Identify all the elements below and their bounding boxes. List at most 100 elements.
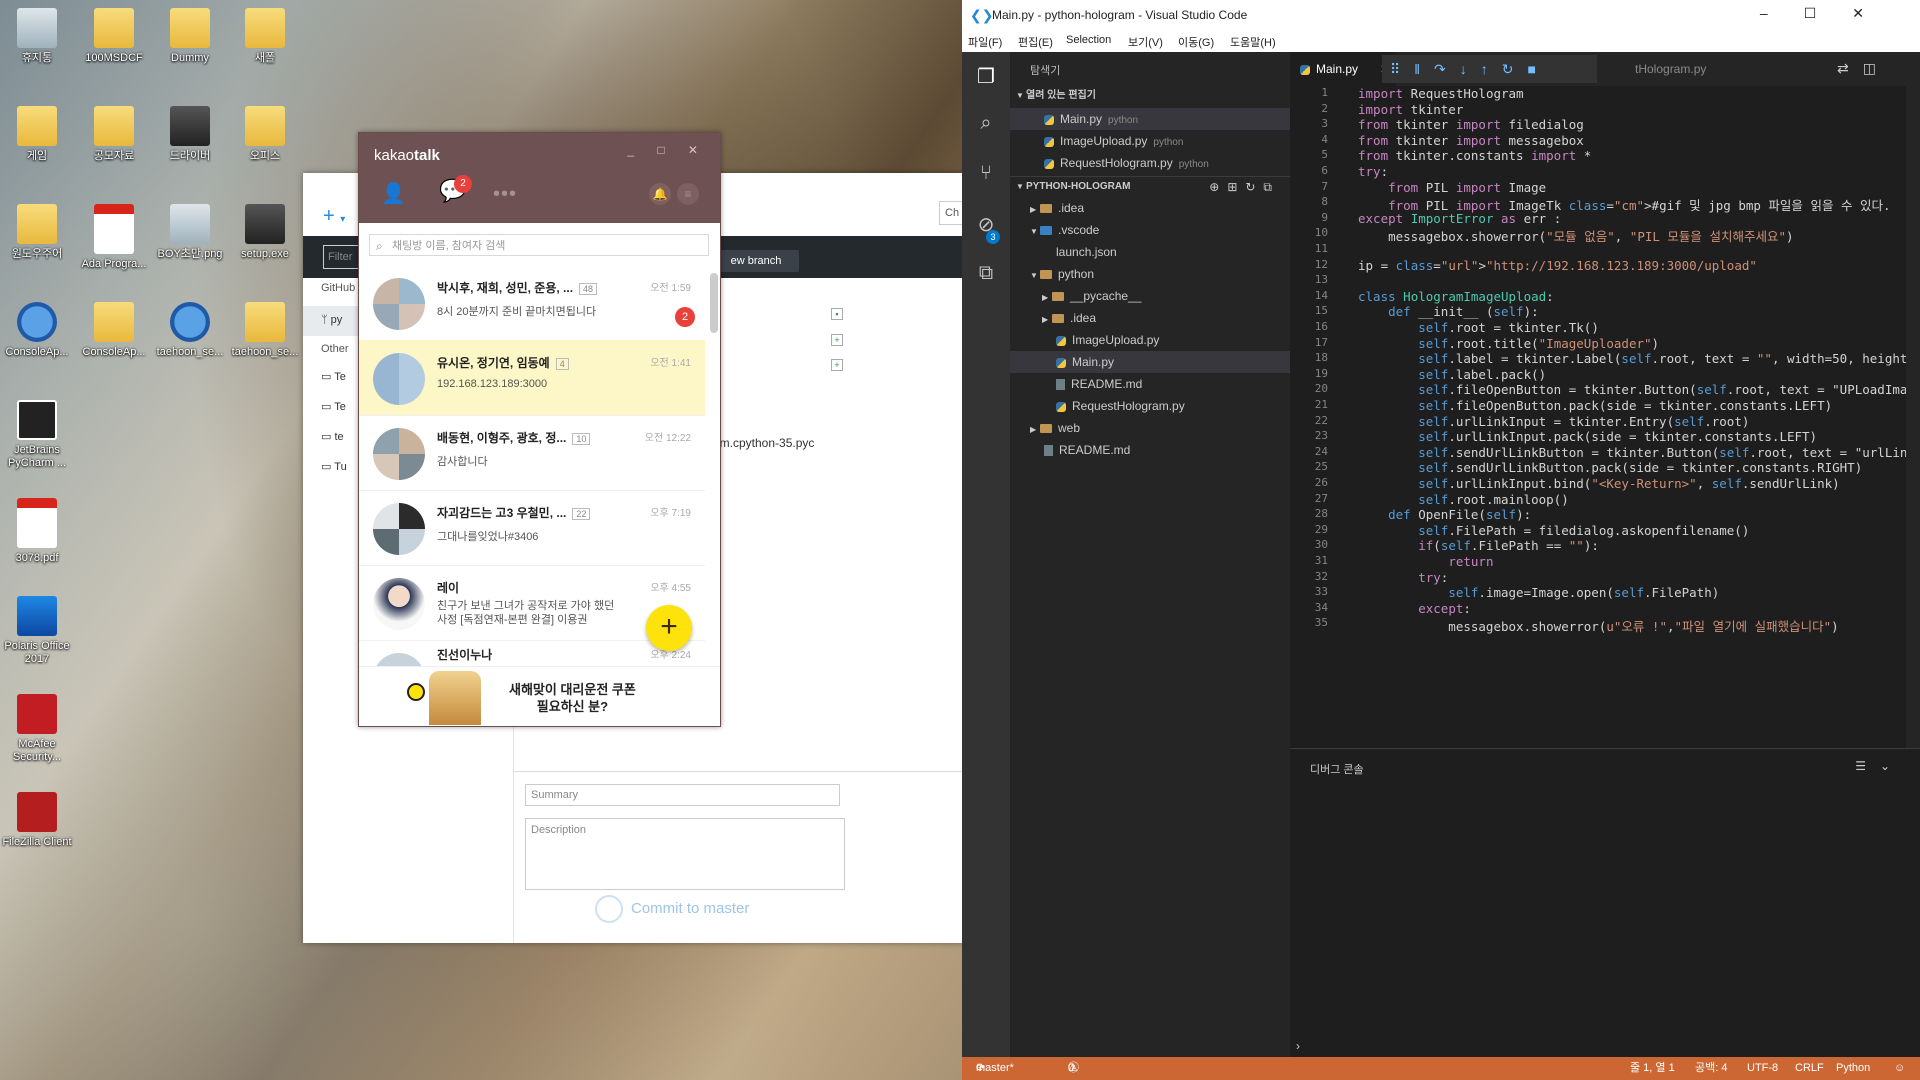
chat-list-item[interactable]: 박시후, 재희, 성민, 준용, ... 48 오전 1:59 8시 20분까지 … [359, 265, 705, 341]
desktop-icon-folder[interactable]: Dummy [153, 8, 227, 65]
chat-list-item-selected[interactable]: 유시온, 정기연, 임동예 4 오전 1:41 192.168.123.189:3… [359, 340, 705, 416]
code-line[interactable]: self.sendUrlLinkButton = tkinter.Button(… [1358, 445, 1907, 460]
menu-edit[interactable]: 편집(E) [1018, 34, 1053, 50]
tree-folder[interactable]: ▼ .vscode [1030, 220, 1099, 240]
desktop-icon-pycharm[interactable]: JetBrains PyCharm ... [0, 400, 74, 470]
desktop-icon-installer[interactable]: setup.exe [228, 204, 302, 261]
code-line[interactable]: try: [1358, 164, 1388, 179]
open-editor-item[interactable]: RequestHologram.py python [1044, 153, 1209, 173]
tab-request-hologram[interactable]: tHologram.py [1635, 52, 1706, 86]
code-line[interactable]: self.root.title("ImageUploader") [1358, 336, 1659, 351]
desktop-icon-shortcut[interactable]: 오피스 [228, 106, 302, 163]
tree-folder[interactable]: ▶ web [1030, 418, 1080, 438]
chat-list-item[interactable]: 배동현, 이형주, 광호, 정... 10 오전 12:22 감사합니다 [359, 415, 705, 491]
open-editor-item[interactable]: Main.py python [1044, 109, 1138, 129]
new-chat-button[interactable]: + [646, 605, 692, 651]
code-line[interactable]: def __init__ (self): [1358, 304, 1539, 319]
code-line[interactable]: self.fileOpenButton = tkinter.Button(sel… [1358, 382, 1907, 397]
code-line[interactable]: messagebox.showerror(u"오류 !","파일 열기에 실패했… [1358, 616, 1838, 635]
encoding[interactable]: UTF-8 [1747, 1057, 1778, 1080]
debug-icon[interactable]: ⊘ [974, 212, 998, 236]
commit-summary-input[interactable]: Summary [525, 784, 840, 806]
extensions-icon[interactable]: ⧉ [974, 262, 998, 286]
desktop-icon-folder[interactable]: 100MSDCF [77, 8, 151, 65]
code-line[interactable]: self.label = tkinter.Label(self.root, te… [1358, 351, 1907, 366]
menu-selection[interactable]: Selection [1066, 34, 1111, 46]
repo-item[interactable]: ▭ Te [321, 370, 346, 383]
tree-file[interactable]: ImageUpload.py [1056, 330, 1159, 350]
desktop-icon-shortcut[interactable]: 드라이버 [153, 106, 227, 163]
desktop-icon-folder[interactable]: 원도우주어 [0, 204, 74, 261]
code-line[interactable]: if(self.FilePath == ""): [1358, 538, 1599, 553]
desktop-icon-image[interactable]: BOY초만.png [153, 204, 227, 261]
desktop-icon-recycle-bin[interactable]: 휴지통 [0, 8, 74, 65]
repo-item[interactable]: ▭ te [321, 430, 344, 443]
desktop-icon-shortcut[interactable]: ConsoleAp... [77, 302, 151, 359]
tree-folder[interactable]: ▶ .idea [1042, 308, 1096, 328]
code-line[interactable]: import RequestHologram [1358, 86, 1524, 101]
desktop-icon-zip[interactable]: ConsoleAp... [0, 302, 74, 359]
tree-file-selected[interactable]: Main.py [1056, 352, 1114, 372]
code-line[interactable]: self.urlLinkInput.pack(side = tkinter.co… [1358, 429, 1817, 444]
desktop-icon-shortcut[interactable]: 공모자료 [77, 106, 151, 163]
code-line[interactable]: from tkinter import filedialog [1358, 117, 1584, 132]
code-line[interactable]: from PIL import Image [1358, 180, 1546, 195]
explorer-icon[interactable]: ❐ [974, 64, 998, 88]
tree-folder[interactable]: ▶ .idea [1030, 198, 1084, 218]
indentation[interactable]: 공백: 4 [1695, 1057, 1727, 1080]
open-editors-header[interactable]: ▼ 열려 있는 편집기 [1010, 86, 1290, 106]
menu-view[interactable]: 보기(V) [1128, 34, 1163, 50]
code-line[interactable]: self.root.mainloop() [1358, 492, 1569, 507]
window-controls[interactable]: –☐✕ [1760, 5, 1900, 22]
project-header[interactable]: ▼ PYTHON-HOLOGRAM ⊕⊞↻⧉ [1010, 176, 1290, 197]
desktop-icon-pdf[interactable]: Ada Progra... [77, 204, 151, 271]
code-line[interactable]: self.fileOpenButton.pack(side = tkinter.… [1358, 398, 1832, 413]
minimap[interactable] [1906, 86, 1920, 748]
code-line[interactable]: messagebox.showerror("모듈 없음", "PIL 모듈을 설… [1358, 226, 1793, 245]
code-line[interactable]: self.urlLinkInput = tkinter.Entry(self.r… [1358, 414, 1749, 429]
panel-actions[interactable]: ☰⌄ [1855, 759, 1904, 773]
desktop-icon-mcafee[interactable]: McAfee Security... [0, 694, 74, 764]
desktop-icon-pdf[interactable]: 3078.pdf [0, 498, 74, 565]
debug-toolbar[interactable]: ⠿‖↷↓↑↻■ [1382, 55, 1597, 83]
search-icon[interactable]: ⌕ [974, 112, 998, 136]
code-line[interactable]: class HologramImageUpload: [1358, 289, 1554, 304]
desktop-icon-shortcut[interactable]: 게임 [0, 106, 74, 163]
line-ending[interactable]: CRLF [1795, 1057, 1824, 1080]
code-line[interactable]: from tkinter.constants import * [1358, 148, 1591, 163]
commit-description-input[interactable]: Description [525, 818, 845, 890]
menu-help[interactable]: 도움말(H) [1230, 34, 1276, 50]
new-branch-button[interactable]: ew branch [713, 250, 799, 272]
code-line[interactable]: self.label.pack() [1358, 367, 1546, 382]
code-line[interactable]: self.sendUrlLinkButton.pack(side = tkint… [1358, 460, 1862, 475]
code-line[interactable]: def OpenFile(self): [1358, 507, 1531, 522]
bell-icon[interactable]: 🔔 [649, 183, 671, 205]
explorer-actions[interactable]: ⊕⊞↻⧉ [1209, 177, 1280, 197]
source-control-icon[interactable]: ⑂ [974, 162, 998, 186]
code-line[interactable]: from tkinter import messagebox [1358, 133, 1584, 148]
tree-file[interactable]: README.md [1056, 374, 1142, 394]
code-line[interactable]: self.urlLinkInput.bind("<Key-Return>", s… [1358, 476, 1839, 491]
desktop-icon-polaris[interactable]: Polaris Office 2017 [0, 596, 74, 666]
desktop-icon-zip[interactable]: taehoon_se... [153, 302, 227, 359]
tree-folder[interactable]: ▶ __pycache__ [1042, 286, 1141, 306]
chat-list-item[interactable]: 자괴감드는 고3 우철민, ... 22 오후 7:19 그대나를잊었나#3406 [359, 490, 705, 566]
console-prompt-icon[interactable]: › [1296, 1039, 1300, 1053]
window-controls[interactable]: _ □ ✕ [627, 143, 708, 157]
add-repository-button[interactable]: + ▾ [323, 205, 345, 228]
tab-main-py[interactable]: Main.py✕ [1290, 52, 1396, 86]
language-mode[interactable]: Python [1836, 1057, 1870, 1080]
ad-banner[interactable]: 새해맞이 대리운전 쿠폰 필요하신 분? [359, 666, 720, 726]
desktop-icon-shortcut[interactable]: taehoon_se... [228, 302, 302, 359]
code-line[interactable]: self.FilePath = filedialog.askopenfilena… [1358, 523, 1749, 538]
code-line[interactable]: import tkinter [1358, 102, 1463, 117]
menu-file[interactable]: 파일(F) [968, 34, 1002, 50]
tree-file[interactable]: RequestHologram.py [1056, 396, 1185, 416]
cursor-position[interactable]: 줄 1, 열 1 [1630, 1057, 1675, 1080]
feedback-icon[interactable]: ☺ [1894, 1057, 1905, 1080]
code-line[interactable]: try: [1358, 570, 1448, 585]
menu-go[interactable]: 이동(G) [1178, 34, 1214, 50]
repo-item[interactable]: ▭ Tu [321, 460, 347, 473]
code-editor[interactable]: 1 import RequestHologram 2 import tkinter 3 f… [1290, 86, 1920, 748]
code-line[interactable]: ip = class="url">"http://192.168.123.189… [1358, 258, 1757, 273]
